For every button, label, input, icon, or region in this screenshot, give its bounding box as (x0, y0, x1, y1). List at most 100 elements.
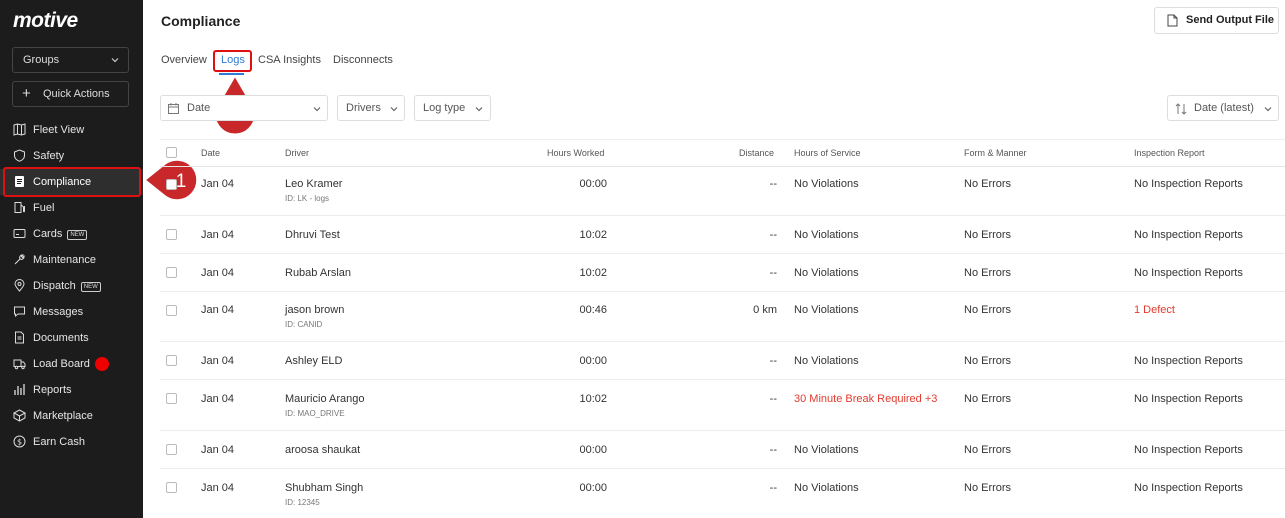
groups-dropdown[interactable]: Groups (12, 47, 129, 73)
cell-distance: -- (769, 229, 777, 241)
cell-inspection-report: No Inspection Reports (1134, 393, 1243, 405)
sidebar-item-safety[interactable]: Safety (0, 143, 143, 169)
sidebar-item-dispatch[interactable]: Dispatch NEW (0, 273, 143, 299)
sort-dropdown[interactable]: Date (latest) (1167, 95, 1279, 121)
cell-hours-of-service: No Violations (794, 229, 859, 241)
row-checkbox[interactable] (166, 267, 177, 278)
sidebar-item-label-text: Dispatch (33, 280, 76, 292)
tab-overview[interactable]: Overview (161, 54, 207, 66)
sidebar-item-documents[interactable]: Documents (0, 325, 143, 351)
cell-inspection-report-defect-link[interactable]: 1 Defect (1134, 304, 1175, 316)
cell-driver[interactable]: Dhruvi Test (285, 229, 340, 241)
row-checkbox[interactable] (166, 482, 177, 493)
cell-hours-worked: 10:02 (579, 393, 607, 405)
fuel-icon (14, 202, 25, 213)
sidebar-item-cards[interactable]: Cards NEW (0, 221, 143, 247)
column-header-date[interactable]: Date (201, 148, 220, 158)
row-checkbox[interactable] (166, 393, 177, 404)
cell-form-manner: No Errors (964, 482, 1012, 494)
select-all-checkbox[interactable] (166, 147, 177, 158)
sidebar-item-reports[interactable]: Reports (0, 377, 143, 403)
cell-hours-of-service: No Violations (794, 482, 859, 494)
sidebar-item-load-board[interactable]: Load Board (0, 351, 143, 377)
highlight-box-logs (213, 50, 252, 72)
cell-hours-worked: 10:02 (579, 267, 607, 279)
row-checkbox[interactable] (166, 179, 177, 190)
log-type-filter[interactable]: Log type (414, 95, 491, 121)
table-row[interactable]: Jan 04 Dhruvi Test 10:02 -- No Violation… (160, 216, 1285, 254)
plus-icon: + (22, 85, 31, 102)
file-icon (15, 331, 24, 344)
cell-driver[interactable]: Rubab Arslan (285, 267, 351, 279)
quick-actions-button[interactable]: + Quick Actions (12, 81, 129, 107)
motive-logo[interactable]: motive (13, 9, 78, 33)
table-row[interactable]: Jan 04 Ashley ELD 00:00 -- No Violations… (160, 342, 1285, 380)
column-header-hours-worked[interactable]: Hours Worked (547, 148, 604, 158)
cell-distance: -- (769, 444, 777, 456)
cell-hours-worked: 10:02 (579, 229, 607, 241)
table-row[interactable]: Jan 04 Shubham Singh ID: 12345 00:00 -- … (160, 469, 1285, 518)
column-header-form-manner[interactable]: Form & Manner (964, 148, 1027, 158)
cell-date: Jan 04 (201, 178, 235, 190)
tab-disconnects[interactable]: Disconnects (333, 54, 393, 66)
sidebar-item-maintenance[interactable]: Maintenance (0, 247, 143, 273)
table-row[interactable]: Jan 04 Rubab Arslan 10:02 -- No Violatio… (160, 254, 1285, 292)
cell-hours-of-service-violation-link[interactable]: 30 Minute Break Required +3 (794, 393, 937, 405)
chevron-down-icon (313, 107, 321, 112)
row-checkbox[interactable] (166, 444, 177, 455)
sidebar-item-label: Cards NEW (33, 228, 88, 240)
cell-driver-id: ID: CANID (285, 320, 323, 329)
table-header: Date Driver Hours Worked Distance Hours … (160, 139, 1285, 167)
column-header-hours-of-service[interactable]: Hours of Service (794, 148, 861, 158)
notification-dot (95, 357, 109, 371)
cell-driver[interactable]: Shubham Singh (285, 482, 363, 494)
cell-distance: -- (769, 267, 777, 279)
column-header-inspection-report[interactable]: Inspection Report (1134, 148, 1205, 158)
send-output-file-label: Send Output File (1186, 14, 1274, 26)
sidebar-item-marketplace[interactable]: Marketplace (0, 403, 143, 429)
table-row[interactable]: Jan 04 jason brown ID: CANID 00:46 0 km … (160, 292, 1285, 342)
cell-date: Jan 04 (201, 444, 235, 456)
cell-driver[interactable]: Mauricio Arango (285, 393, 365, 405)
log-type-filter-label: Log type (423, 102, 466, 114)
table-row[interactable]: Jan 04 aroosa shaukat 00:00 -- No Violat… (160, 431, 1285, 469)
cell-driver[interactable]: Ashley ELD (285, 355, 342, 367)
sidebar-item-fleet-view[interactable]: Fleet View (0, 117, 143, 143)
sidebar-item-fuel[interactable]: Fuel (0, 195, 143, 221)
cell-hours-of-service: No Violations (794, 178, 859, 190)
row-checkbox[interactable] (166, 355, 177, 366)
table-row[interactable]: Jan 04 Mauricio Arango ID: MAO_DRIVE 10:… (160, 380, 1285, 431)
cell-hours-of-service: No Violations (794, 444, 859, 456)
cell-form-manner: No Errors (964, 355, 1012, 367)
shield-icon (14, 149, 25, 162)
cell-form-manner: No Errors (964, 178, 1012, 190)
column-header-distance[interactable]: Distance (739, 148, 774, 158)
send-output-file-button[interactable]: Send Output File (1154, 7, 1279, 34)
location-pin-icon (14, 279, 25, 292)
cell-driver[interactable]: aroosa shaukat (285, 444, 360, 456)
column-header-driver[interactable]: Driver (285, 148, 309, 158)
file-icon (1167, 14, 1178, 27)
cell-inspection-report: No Inspection Reports (1134, 444, 1243, 456)
cell-driver[interactable]: Leo Kramer (285, 178, 342, 190)
cell-date: Jan 04 (201, 393, 235, 405)
chevron-down-icon (390, 107, 398, 112)
row-checkbox[interactable] (166, 305, 177, 316)
sidebar-item-messages[interactable]: Messages (0, 299, 143, 325)
sidebar-item-earn-cash[interactable]: $ Earn Cash (0, 429, 143, 455)
card-icon (13, 229, 26, 238)
table-row[interactable]: Jan 04 Leo Kramer ID: LK - logs 00:00 --… (160, 167, 1285, 216)
wrench-icon (14, 254, 25, 265)
cell-distance: -- (769, 482, 777, 494)
chevron-down-icon (1264, 107, 1272, 112)
cell-inspection-report: No Inspection Reports (1134, 482, 1243, 494)
svg-text:$: $ (17, 438, 22, 447)
cell-driver[interactable]: jason brown (285, 304, 344, 316)
row-checkbox[interactable] (166, 229, 177, 240)
sidebar-item-label: Earn Cash (33, 436, 85, 448)
sidebar: motive Groups + Quick Actions Fleet View… (0, 0, 143, 518)
date-filter[interactable]: Date (160, 95, 328, 121)
sidebar-item-label: Maintenance (33, 254, 96, 266)
tab-csa-insights[interactable]: CSA Insights (258, 54, 321, 66)
drivers-filter[interactable]: Drivers (337, 95, 405, 121)
